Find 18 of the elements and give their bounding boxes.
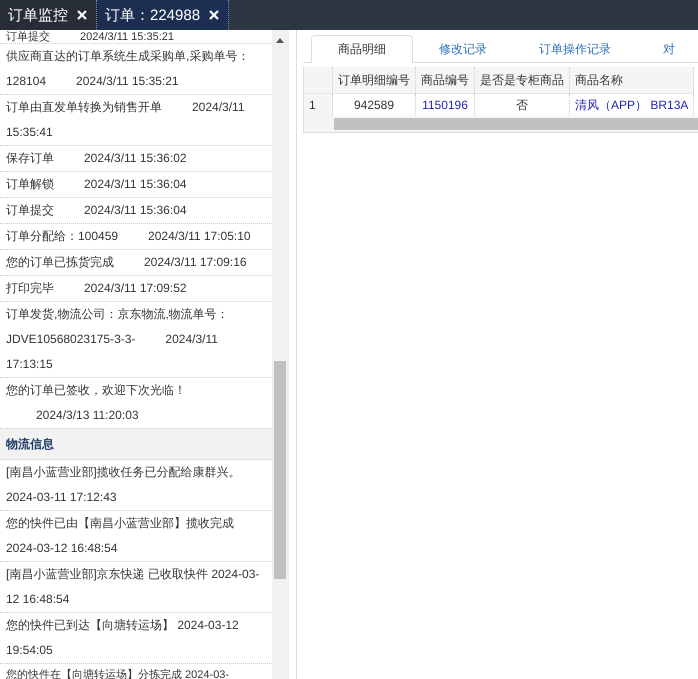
close-icon[interactable] <box>208 9 220 21</box>
horizontal-scrollbar[interactable] <box>303 116 698 133</box>
column-header: 商品名称 <box>570 67 694 94</box>
tab[interactable]: 商品明细 <box>311 35 413 63</box>
tab[interactable]: 订单监控 <box>0 0 97 30</box>
column-header: 订单明细编号 <box>332 67 416 94</box>
log-entry: 订单提交 2024/3/11 15:35:21 <box>0 30 272 44</box>
tab[interactable]: 对 <box>637 36 698 62</box>
row-number: 1 <box>304 94 332 116</box>
tab[interactable]: 修改记录 <box>413 36 513 62</box>
tab[interactable]: 订单：224988 <box>97 0 230 30</box>
tab[interactable]: 订单操作记录 <box>513 36 637 62</box>
close-icon[interactable] <box>76 9 88 21</box>
scrollbar[interactable] <box>272 30 288 679</box>
column-header: 是否是专柜商品 <box>474 67 570 94</box>
column-header: 商品编号 <box>416 67 474 94</box>
pane-splitter[interactable] <box>288 30 297 679</box>
section-title: 物流信息 <box>0 429 272 460</box>
